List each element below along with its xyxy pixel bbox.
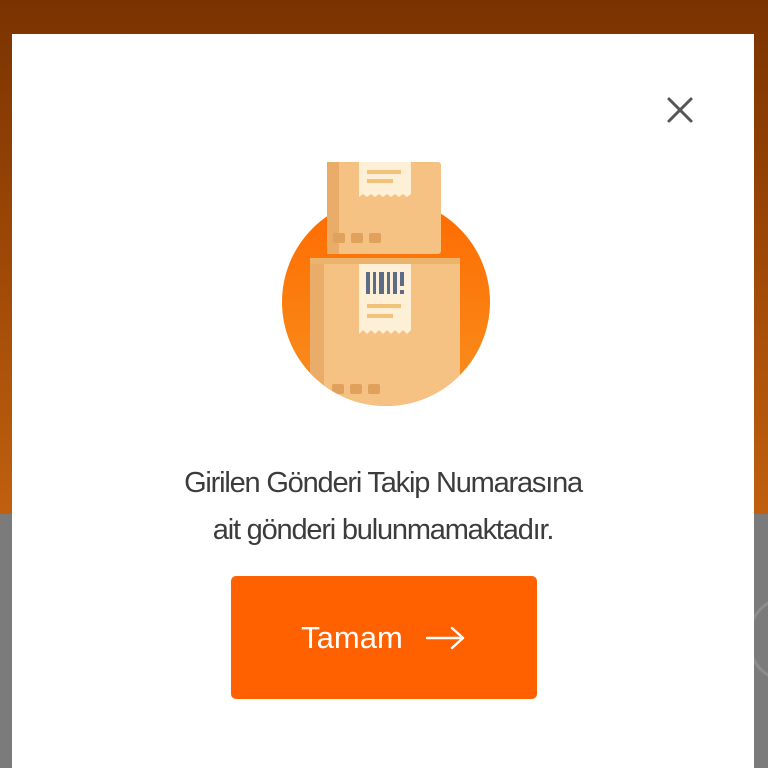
ok-button[interactable]: Tamam: [231, 576, 537, 699]
screen: Girilen Gönderi Takip Numarasına ait gön…: [0, 0, 768, 768]
message-line-2: ait gönderi bulunmamaktadır.: [212, 514, 555, 546]
not-found-message: Girilen Gönderi Takip Numarasına ait gön…: [92, 460, 674, 554]
close-button[interactable]: [662, 92, 698, 128]
package-boxes-icon: [282, 162, 490, 406]
ok-button-label: Tamam: [301, 619, 403, 655]
message-line-1: Girilen Gönderi Takip Numarasına: [184, 467, 583, 499]
close-icon: [667, 97, 693, 123]
not-found-dialog: Girilen Gönderi Takip Numarasına ait gön…: [12, 34, 754, 768]
arrow-right-icon: [425, 626, 465, 649]
